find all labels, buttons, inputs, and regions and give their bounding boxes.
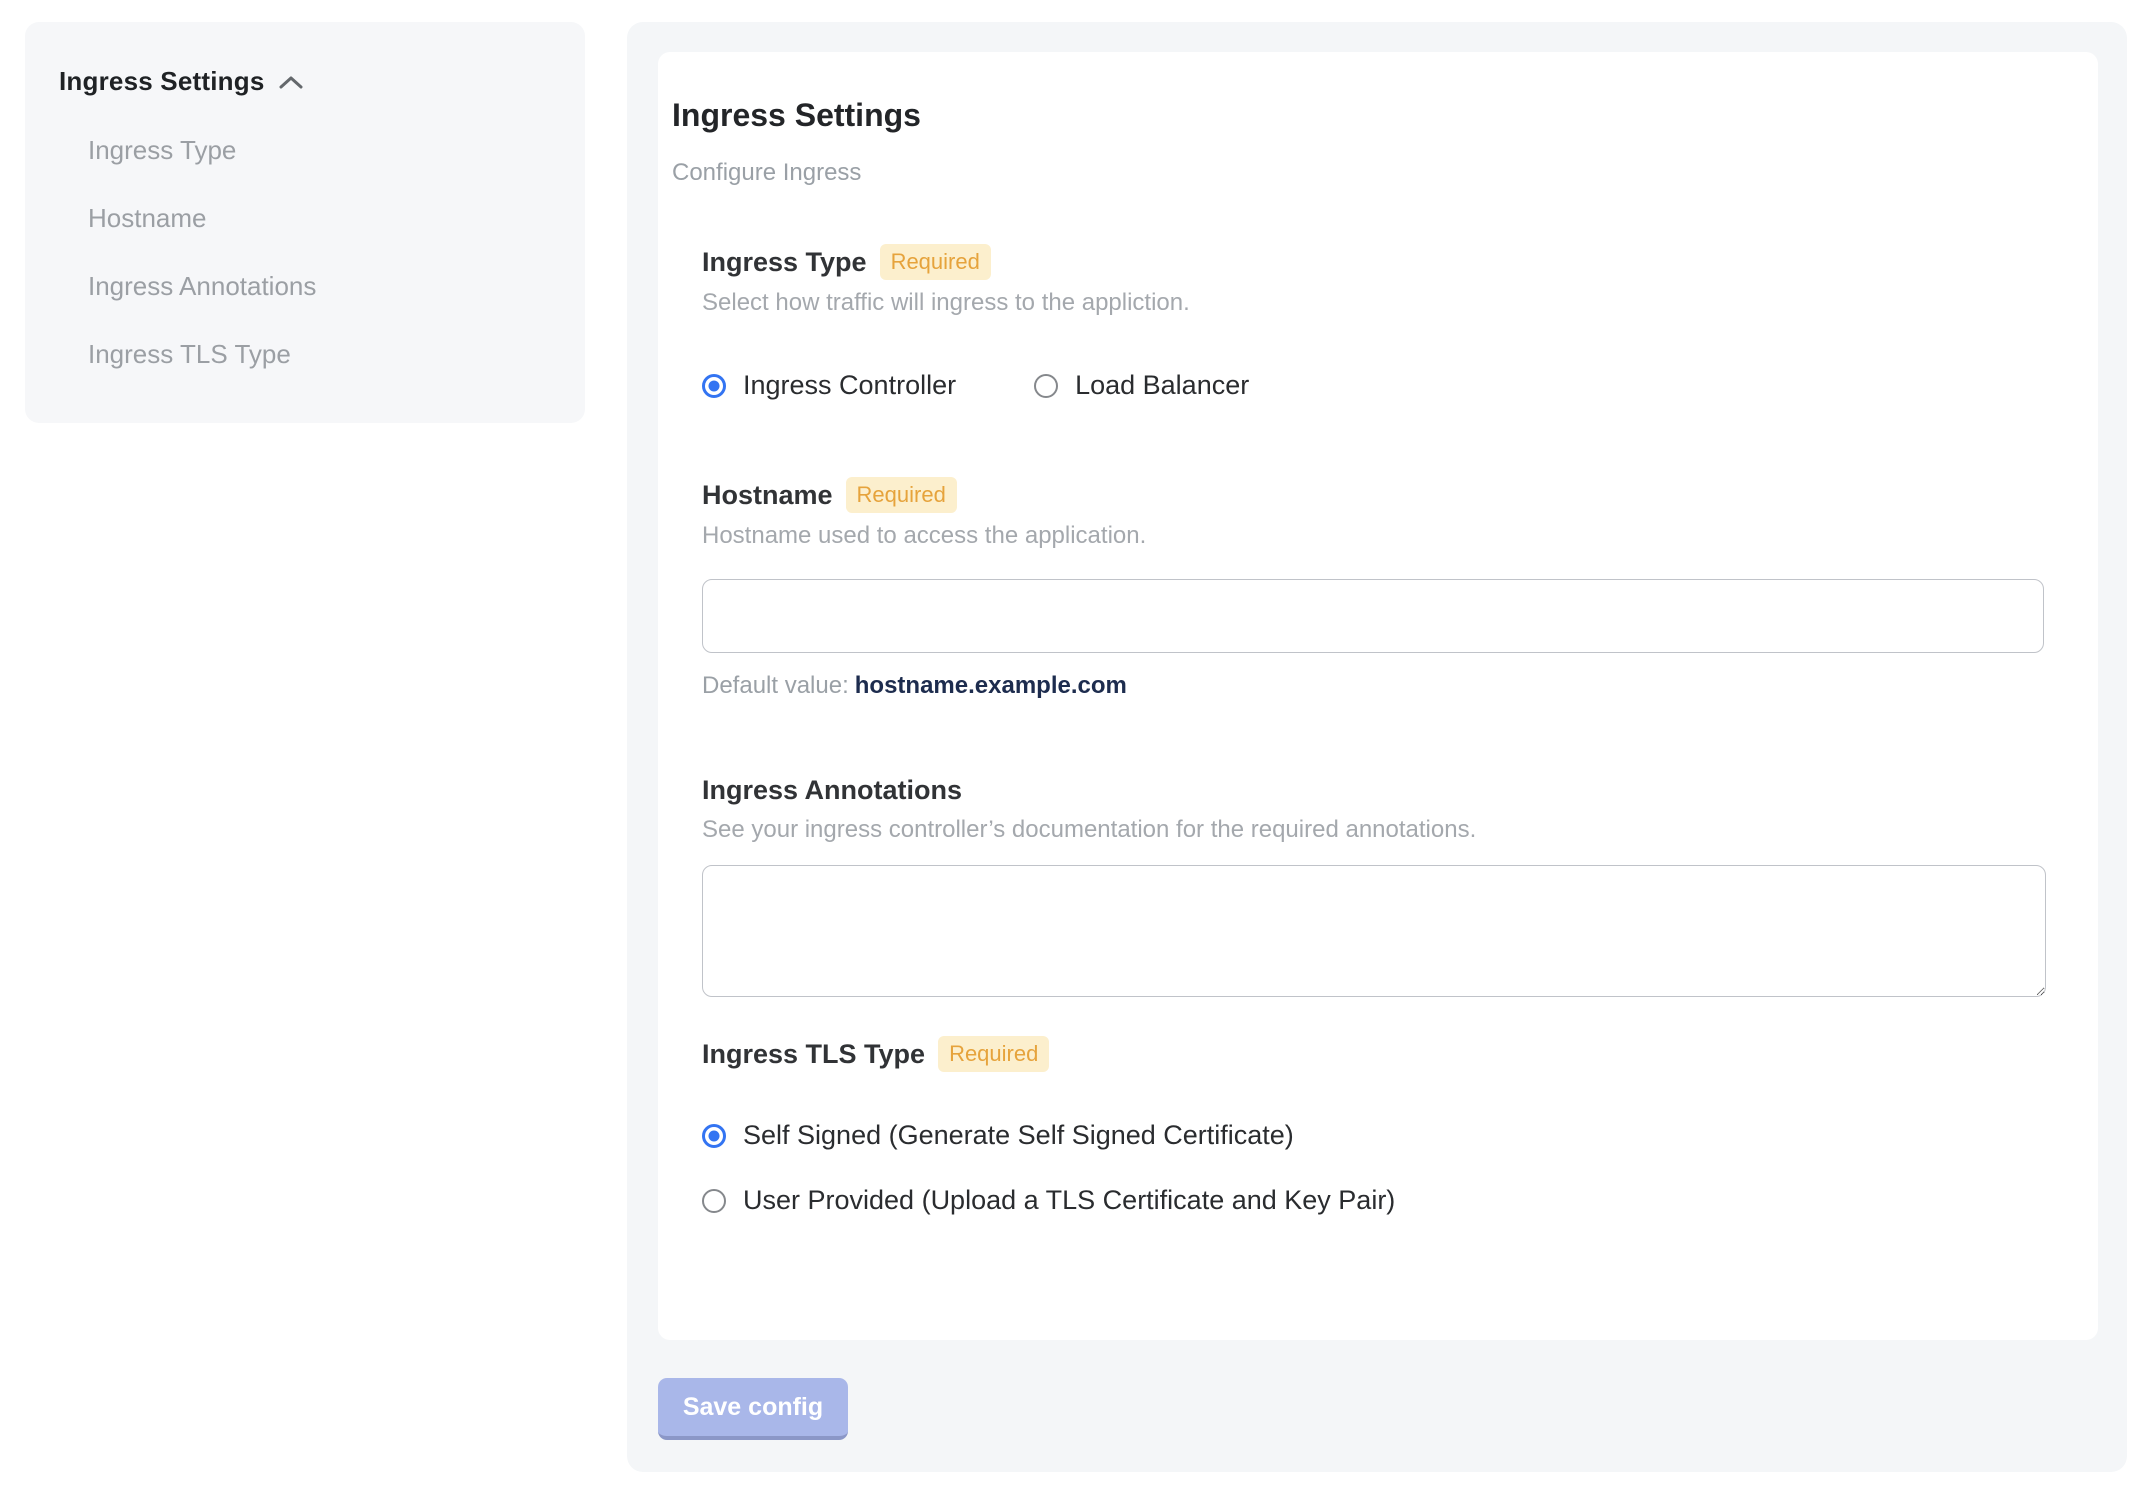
hostname-default-label: Default value: <box>702 672 849 699</box>
hostname-default-line: Default value: hostname.example.com <box>702 671 2046 701</box>
main-panel: Ingress Settings Configure Ingress Ingre… <box>627 22 2127 1472</box>
sidebar-nav: Ingress Type Hostname Ingress Annotation… <box>59 135 551 369</box>
radio-option-user-provided[interactable]: User Provided (Upload a TLS Certificate … <box>702 1185 2046 1216</box>
page-title: Ingress Settings <box>672 97 921 133</box>
sidebar-item-hostname[interactable]: Hostname <box>88 203 551 233</box>
radio-option-load-balancer[interactable]: Load Balancer <box>1034 370 1249 401</box>
page-subtitle: Configure Ingress <box>672 159 862 186</box>
section-desc-ingress-type: Select how traffic will ingress to the a… <box>702 289 1190 316</box>
section-ingress-type: Ingress Type Required Select how traffic… <box>702 244 2046 401</box>
radio-option-ingress-controller[interactable]: Ingress Controller <box>702 370 956 401</box>
radio-icon-user-provided[interactable] <box>702 1188 726 1213</box>
chevron-up-icon <box>278 74 304 92</box>
section-ingress-tls-type: Ingress TLS Type Required Self Signed (G… <box>702 1036 2046 1216</box>
section-ingress-annotations: Ingress Annotations See your ingress con… <box>702 773 2046 997</box>
required-badge: Required <box>879 244 991 280</box>
section-hostname: Hostname Required Hostname used to acces… <box>702 477 2046 701</box>
ingress-type-radio-group: Ingress Controller Load Balancer <box>702 370 2046 401</box>
sidebar: Ingress Settings Ingress Type Hostname I… <box>25 22 585 423</box>
radio-label-self-signed: Self Signed (Generate Self Signed Certif… <box>743 1120 1294 1150</box>
sidebar-section-title: Ingress Settings <box>59 66 265 96</box>
radio-label-user-provided: User Provided (Upload a TLS Certificate … <box>743 1185 1396 1215</box>
required-badge: Required <box>845 477 957 513</box>
section-title-ingress-type: Ingress Type <box>702 247 867 277</box>
section-desc-hostname: Hostname used to access the application. <box>702 522 1147 549</box>
radio-label-ingress-controller: Ingress Controller <box>743 370 957 400</box>
hostname-default-value: hostname.example.com <box>854 672 1127 699</box>
radio-icon-self-signed[interactable] <box>702 1123 726 1148</box>
hostname-input[interactable] <box>702 579 2044 653</box>
section-title-ingress-annotations: Ingress Annotations <box>702 775 963 805</box>
sidebar-item-ingress-tls-type[interactable]: Ingress TLS Type <box>88 339 551 369</box>
sidebar-item-ingress-type[interactable]: Ingress Type <box>88 135 551 165</box>
ingress-annotations-textarea[interactable] <box>702 865 2046 997</box>
radio-label-load-balancer: Load Balancer <box>1075 370 1250 400</box>
ingress-form: Ingress Type Required Select how traffic… <box>672 244 2046 1216</box>
radio-icon-load-balancer[interactable] <box>1034 373 1059 398</box>
tls-type-radio-group: Self Signed (Generate Self Signed Certif… <box>702 1120 2046 1216</box>
sidebar-item-ingress-annotations[interactable]: Ingress Annotations <box>88 271 551 301</box>
save-config-button[interactable]: Save config <box>658 1378 848 1440</box>
section-title-hostname: Hostname <box>702 480 833 510</box>
section-desc-ingress-annotations: See your ingress controller’s documentat… <box>702 816 1477 843</box>
section-title-ingress-tls-type: Ingress TLS Type <box>702 1039 926 1069</box>
required-badge: Required <box>938 1036 1050 1072</box>
sidebar-section-header[interactable]: Ingress Settings <box>59 66 551 97</box>
radio-option-self-signed[interactable]: Self Signed (Generate Self Signed Certif… <box>702 1120 2046 1151</box>
ingress-settings-card: Ingress Settings Configure Ingress Ingre… <box>658 52 2098 1340</box>
radio-icon-ingress-controller[interactable] <box>702 373 726 398</box>
